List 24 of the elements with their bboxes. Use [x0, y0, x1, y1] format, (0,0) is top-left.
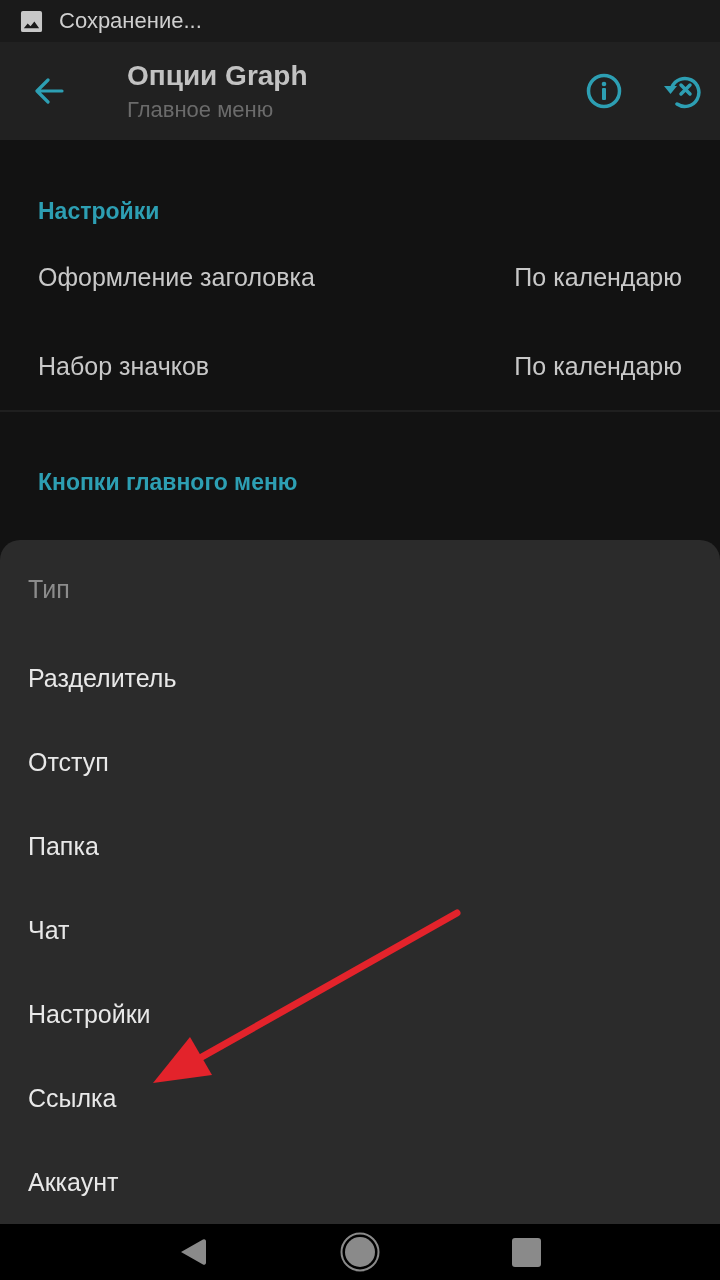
- menu-item[interactable]: Разделитель: [0, 636, 720, 720]
- image-icon: [20, 9, 43, 33]
- info-icon: [586, 73, 622, 109]
- menu-item[interactable]: Ссылка: [0, 1056, 720, 1140]
- menu-item[interactable]: Отступ: [0, 720, 720, 804]
- setting-label[interactable]: Набор значков: [38, 350, 210, 381]
- section-header: Настройки: [38, 198, 160, 224]
- menu-item[interactable]: Настройки: [0, 972, 720, 1056]
- setting-value: По календарю: [514, 350, 682, 381]
- back-arrow-icon: [34, 78, 64, 104]
- home-circle-icon: [340, 1232, 380, 1272]
- notification-text: Сохранение...: [59, 10, 202, 32]
- setting-label[interactable]: Оформление заголовка: [38, 261, 315, 292]
- back-triangle-icon: [179, 1237, 208, 1267]
- info-button[interactable]: [584, 71, 624, 111]
- square-icon: [512, 1237, 542, 1267]
- setting-value: По календарю: [514, 261, 682, 292]
- section-header: Кнопки главного меню: [38, 469, 298, 495]
- sheet-title: Тип: [28, 574, 70, 604]
- menu-item[interactable]: Аккаунт: [0, 1140, 720, 1224]
- menu-item[interactable]: Папка: [0, 804, 720, 888]
- toolbar-subtitle: Главное меню: [127, 97, 275, 123]
- toolbar-title: Опции Graph: [127, 59, 308, 93]
- menu-item[interactable]: Чат: [0, 888, 720, 972]
